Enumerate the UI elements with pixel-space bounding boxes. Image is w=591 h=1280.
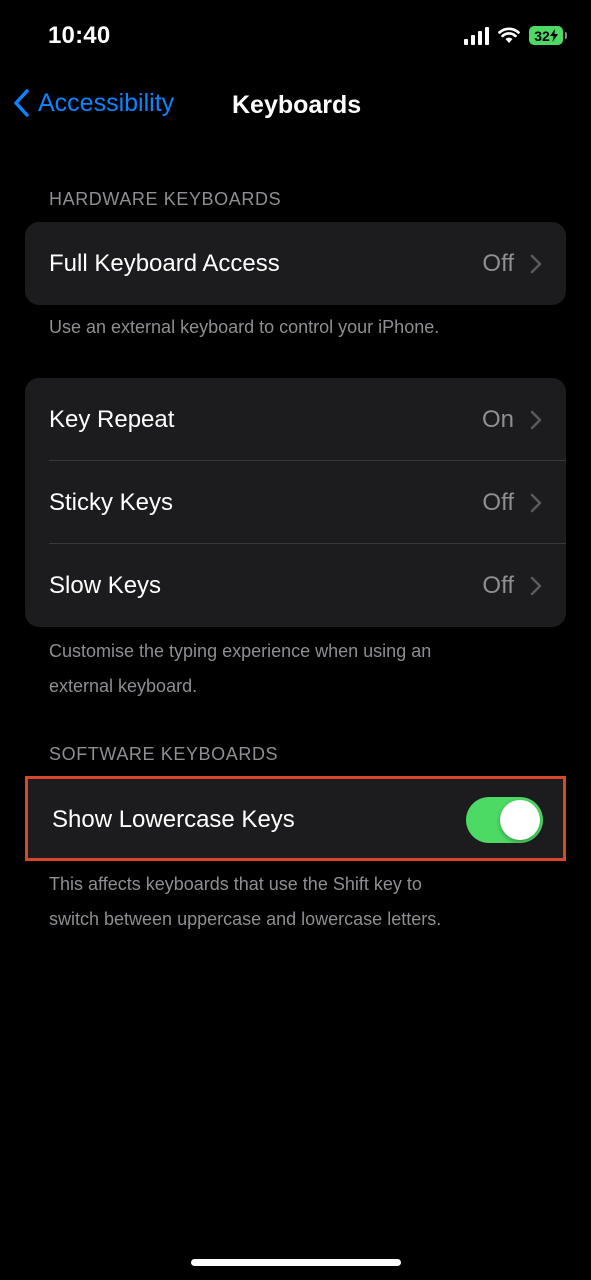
home-indicator[interactable]: [191, 1259, 401, 1266]
status-icons: 32: [464, 26, 567, 45]
keyboard-options-footer: Customise the typing experience when usi…: [49, 634, 549, 704]
software-keyboards-footer: This affects keyboards that use the Shif…: [49, 867, 549, 937]
row-value: Off: [482, 249, 514, 277]
cellular-signal-icon: [464, 26, 489, 45]
key-repeat-row[interactable]: Key Repeat On: [25, 378, 566, 461]
row-value: Off: [482, 488, 514, 516]
status-time: 10:40: [48, 22, 111, 49]
battery-level: 32: [534, 27, 550, 44]
charging-bolt-icon: [549, 29, 558, 42]
show-lowercase-keys-toggle[interactable]: [466, 797, 543, 843]
row-label: Key Repeat: [49, 405, 175, 433]
keyboard-options-group: Key Repeat On Sticky Keys Off Slow Keys …: [25, 378, 566, 627]
full-keyboard-access-group: Full Keyboard Access Off: [25, 222, 566, 305]
footer-line: switch between uppercase and lowercase l…: [49, 909, 442, 929]
chevron-right-icon: [530, 576, 542, 596]
back-button[interactable]: Accessibility: [12, 88, 174, 118]
slow-keys-row[interactable]: Slow Keys Off: [25, 544, 566, 627]
full-keyboard-access-row[interactable]: Full Keyboard Access Off: [25, 222, 566, 305]
section-header-software: SOFTWARE KEYBOARDS: [49, 744, 279, 764]
status-bar: 10:40 32: [0, 0, 591, 76]
row-label: Full Keyboard Access: [49, 249, 280, 277]
sticky-keys-row[interactable]: Sticky Keys Off: [25, 461, 566, 544]
footer-line: Customise the typing experience when usi…: [49, 641, 432, 661]
battery-icon: 32: [529, 26, 567, 45]
section-header-hardware: HARDWARE KEYBOARDS: [49, 189, 282, 209]
chevron-right-icon: [530, 493, 542, 513]
row-label: Slow Keys: [49, 571, 162, 599]
chevron-left-icon: [14, 89, 29, 117]
show-lowercase-keys-row[interactable]: Show Lowercase Keys: [25, 776, 566, 861]
toggle-knob: [500, 800, 540, 840]
row-label: Sticky Keys: [49, 488, 174, 516]
page-title: Keyboards: [232, 91, 362, 119]
full-keyboard-footer: Use an external keyboard to control your…: [49, 317, 440, 337]
navigation-bar: Accessibility Keyboards: [0, 80, 591, 132]
chevron-right-icon: [530, 410, 542, 430]
wifi-icon: [498, 27, 520, 43]
row-value: On: [481, 405, 514, 433]
row-label: Show Lowercase Keys: [52, 806, 295, 833]
back-label: Accessibility: [38, 88, 175, 117]
chevron-right-icon: [530, 254, 542, 274]
footer-line: external keyboard.: [49, 676, 198, 696]
row-value: Off: [482, 571, 514, 599]
footer-line: This affects keyboards that use the Shif…: [49, 874, 422, 894]
